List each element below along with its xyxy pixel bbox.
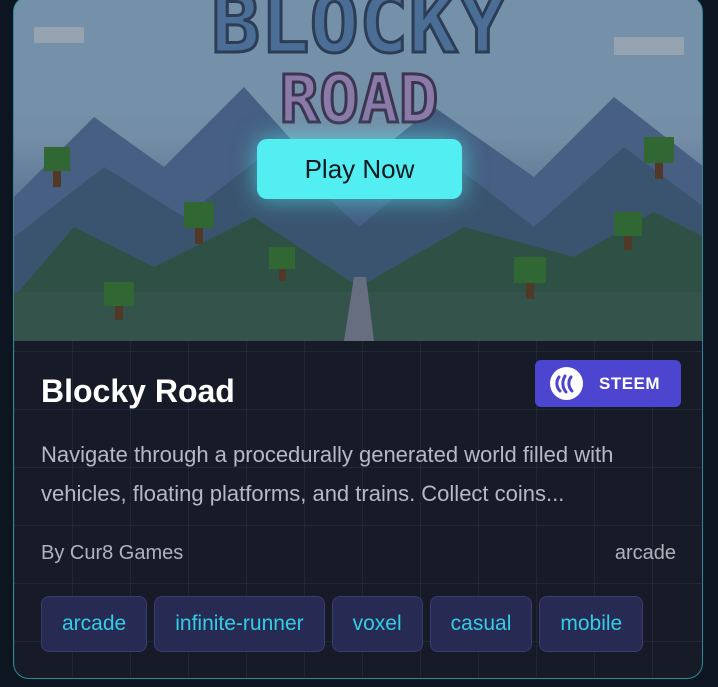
tag-infinite-runner[interactable]: infinite-runner [154, 596, 325, 652]
steem-logo-icon [550, 367, 583, 400]
game-author: By Cur8 Games [41, 542, 184, 564]
game-banner-image[interactable]: BLOCKY ROAD Play Now [14, 0, 702, 341]
chain-label: STEEM [599, 373, 661, 393]
tag-list: arcade infinite-runner voxel casual mobi… [41, 596, 644, 652]
game-title: Blocky Road [41, 373, 235, 409]
game-category: arcade [614, 542, 676, 564]
play-now-button[interactable]: Play Now [257, 139, 462, 199]
tag-arcade[interactable]: arcade [41, 596, 148, 652]
banner-title-line2: ROAD [280, 61, 439, 138]
game-card[interactable]: BLOCKY ROAD Play Now Blocky Road STEEM N… [13, 0, 703, 679]
tag-mobile[interactable]: mobile [539, 596, 644, 652]
tag-voxel[interactable]: voxel [331, 596, 423, 652]
tag-casual[interactable]: casual [429, 596, 533, 652]
chain-badge: STEEM [535, 360, 681, 407]
game-description: Navigate through a procedurally generate… [41, 442, 614, 506]
